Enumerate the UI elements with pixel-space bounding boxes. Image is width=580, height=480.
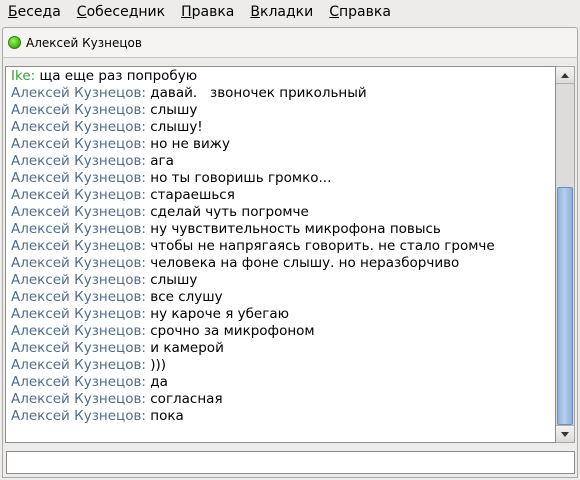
menu-edit-mnemonic: П xyxy=(181,4,192,20)
menu-buddy-mnemonic: С xyxy=(76,4,87,20)
chat-message: Алексей Кузнецов: чтобы не напрягаясь го… xyxy=(11,238,555,255)
message-sender: Алексей Кузнецов: xyxy=(11,187,146,203)
message-text: ))) xyxy=(145,357,167,373)
arrow-up-icon xyxy=(561,72,569,78)
message-text: ща еще раз попробую xyxy=(35,68,198,84)
message-sender: Алексей Кузнецов: xyxy=(11,153,146,169)
message-text: ну чувствительность микрофона повысь xyxy=(145,221,441,237)
message-text: пока xyxy=(145,408,184,424)
message-text: слышу! xyxy=(145,119,203,135)
chat-message: Алексей Кузнецов: но не вижу xyxy=(11,136,555,153)
chat-message: Алексей Кузнецов: ну кароче я убегаю xyxy=(11,306,555,323)
message-text: ага xyxy=(145,153,174,169)
chat-message: Алексей Кузнецов: сделай чуть погромче xyxy=(11,204,555,221)
message-text: согласная xyxy=(145,391,223,407)
menu-tabs[interactable]: Вкладки xyxy=(242,0,321,24)
menu-conversation[interactable]: Беседа xyxy=(0,0,69,24)
message-sender: Алексей Кузнецов: xyxy=(11,408,146,424)
message-text: но ты говоришь громко... xyxy=(145,170,332,186)
menu-edit[interactable]: Правка xyxy=(173,0,242,24)
message-text: и камерой xyxy=(145,340,224,356)
menu-help[interactable]: Справка xyxy=(321,0,399,24)
message-sender: Ike: xyxy=(11,68,36,84)
chat-message: Алексей Кузнецов: слышу xyxy=(11,102,555,119)
message-sender: Алексей Кузнецов: xyxy=(11,102,146,118)
menu-conversation-mnemonic: Б xyxy=(8,4,18,20)
chat-log[interactable]: Ike: ща еще раз попробую Алексей Кузнецов… xyxy=(5,66,556,443)
message-input[interactable] xyxy=(6,451,575,474)
chat-message: Алексей Кузнецов: слышу xyxy=(11,272,555,289)
message-text: да xyxy=(145,374,168,390)
menu-buddy[interactable]: Собеседник xyxy=(69,0,173,24)
chat-message: Алексей Кузнецов: стараешься xyxy=(11,187,555,204)
message-sender: Алексей Кузнецов: xyxy=(11,238,146,254)
message-text: все слушу xyxy=(145,289,223,305)
scroll-down-button[interactable] xyxy=(556,425,574,442)
chat-message: Алексей Кузнецов: да xyxy=(11,374,555,391)
menu-conversation-label: еседа xyxy=(17,4,61,20)
chat-message: Алексей Кузнецов: человека на фоне слышу… xyxy=(11,255,555,272)
menu-bar: Беседа Собеседник Правка Вкладки Справка xyxy=(0,0,580,24)
online-status-icon xyxy=(8,36,21,49)
chat-message: Алексей Кузнецов: и камерой xyxy=(11,340,555,357)
menu-help-mnemonic: С xyxy=(329,4,339,20)
chat-scrollbar[interactable] xyxy=(556,66,575,443)
message-sender: Алексей Кузнецов: xyxy=(11,204,146,220)
message-text: слышу xyxy=(145,272,198,288)
message-sender: Алексей Кузнецов: xyxy=(11,255,146,271)
menu-help-label: правка xyxy=(339,4,391,20)
tab-conversation[interactable]: Алексей Кузнецов xyxy=(2,27,578,57)
message-text: ну кароче я убегаю xyxy=(145,306,289,322)
message-sender: Алексей Кузнецов: xyxy=(11,306,146,322)
menu-tabs-mnemonic: В xyxy=(250,4,260,20)
message-sender: Алексей Кузнецов: xyxy=(11,221,146,237)
message-sender: Алексей Кузнецов: xyxy=(11,85,146,101)
message-text: человека на фоне слышу. но неразборчиво xyxy=(145,255,460,271)
chat-message: Алексей Кузнецов: но ты говоришь громко.… xyxy=(11,170,555,187)
chat-message: Алексей Кузнецов: согласная xyxy=(11,391,555,408)
message-sender: Алексей Кузнецов: xyxy=(11,374,146,390)
chat-message: Ike: ща еще раз попробую xyxy=(11,68,555,85)
tab-label: Алексей Кузнецов xyxy=(26,35,142,50)
message-sender: Алексей Кузнецов: xyxy=(11,170,146,186)
message-text: но не вижу xyxy=(145,136,230,152)
chat-message: Алексей Кузнецов: ага xyxy=(11,153,555,170)
message-sender: Алексей Кузнецов: xyxy=(11,323,146,339)
message-text: сделай чуть погромче xyxy=(145,204,309,220)
message-sender: Алексей Кузнецов: xyxy=(11,119,146,135)
chat-message: Алексей Кузнецов: пока xyxy=(11,408,555,425)
chat-message: Алексей Кузнецов: ))) xyxy=(11,357,555,374)
arrow-down-icon xyxy=(561,431,569,437)
menu-tabs-label: кладки xyxy=(260,4,314,20)
message-sender: Алексей Кузнецов: xyxy=(11,391,146,407)
message-text: чтобы не напрягаясь говорить. не стало г… xyxy=(145,238,495,254)
scroll-up-button[interactable] xyxy=(556,67,574,84)
chat-message: Алексей Кузнецов: давай. звоночек прикол… xyxy=(11,85,555,102)
chat-message: Алексей Кузнецов: слышу! xyxy=(11,119,555,136)
tab-bar: Алексей Кузнецов xyxy=(0,27,580,57)
chat-message: Алексей Кузнецов: все слушу xyxy=(11,289,555,306)
scroll-thumb[interactable] xyxy=(557,187,573,425)
message-sender: Алексей Кузнецов: xyxy=(11,289,146,305)
message-sender: Алексей Кузнецов: xyxy=(11,272,146,288)
message-text: стараешься xyxy=(145,187,235,203)
message-text: давай. звоночек прикольный xyxy=(145,85,367,101)
message-sender: Алексей Кузнецов: xyxy=(11,136,146,152)
message-sender: Алексей Кузнецов: xyxy=(11,340,146,356)
message-text: слышу xyxy=(145,102,198,118)
menu-buddy-label: обеседник xyxy=(86,4,166,20)
chat-message: Алексей Кузнецов: срочно за микрофоном xyxy=(11,323,555,340)
message-text: срочно за микрофоном xyxy=(145,323,315,339)
message-sender: Алексей Кузнецов: xyxy=(11,357,146,373)
menu-edit-label: равка xyxy=(191,4,235,20)
chat-message: Алексей Кузнецов: ну чувствительность ми… xyxy=(11,221,555,238)
